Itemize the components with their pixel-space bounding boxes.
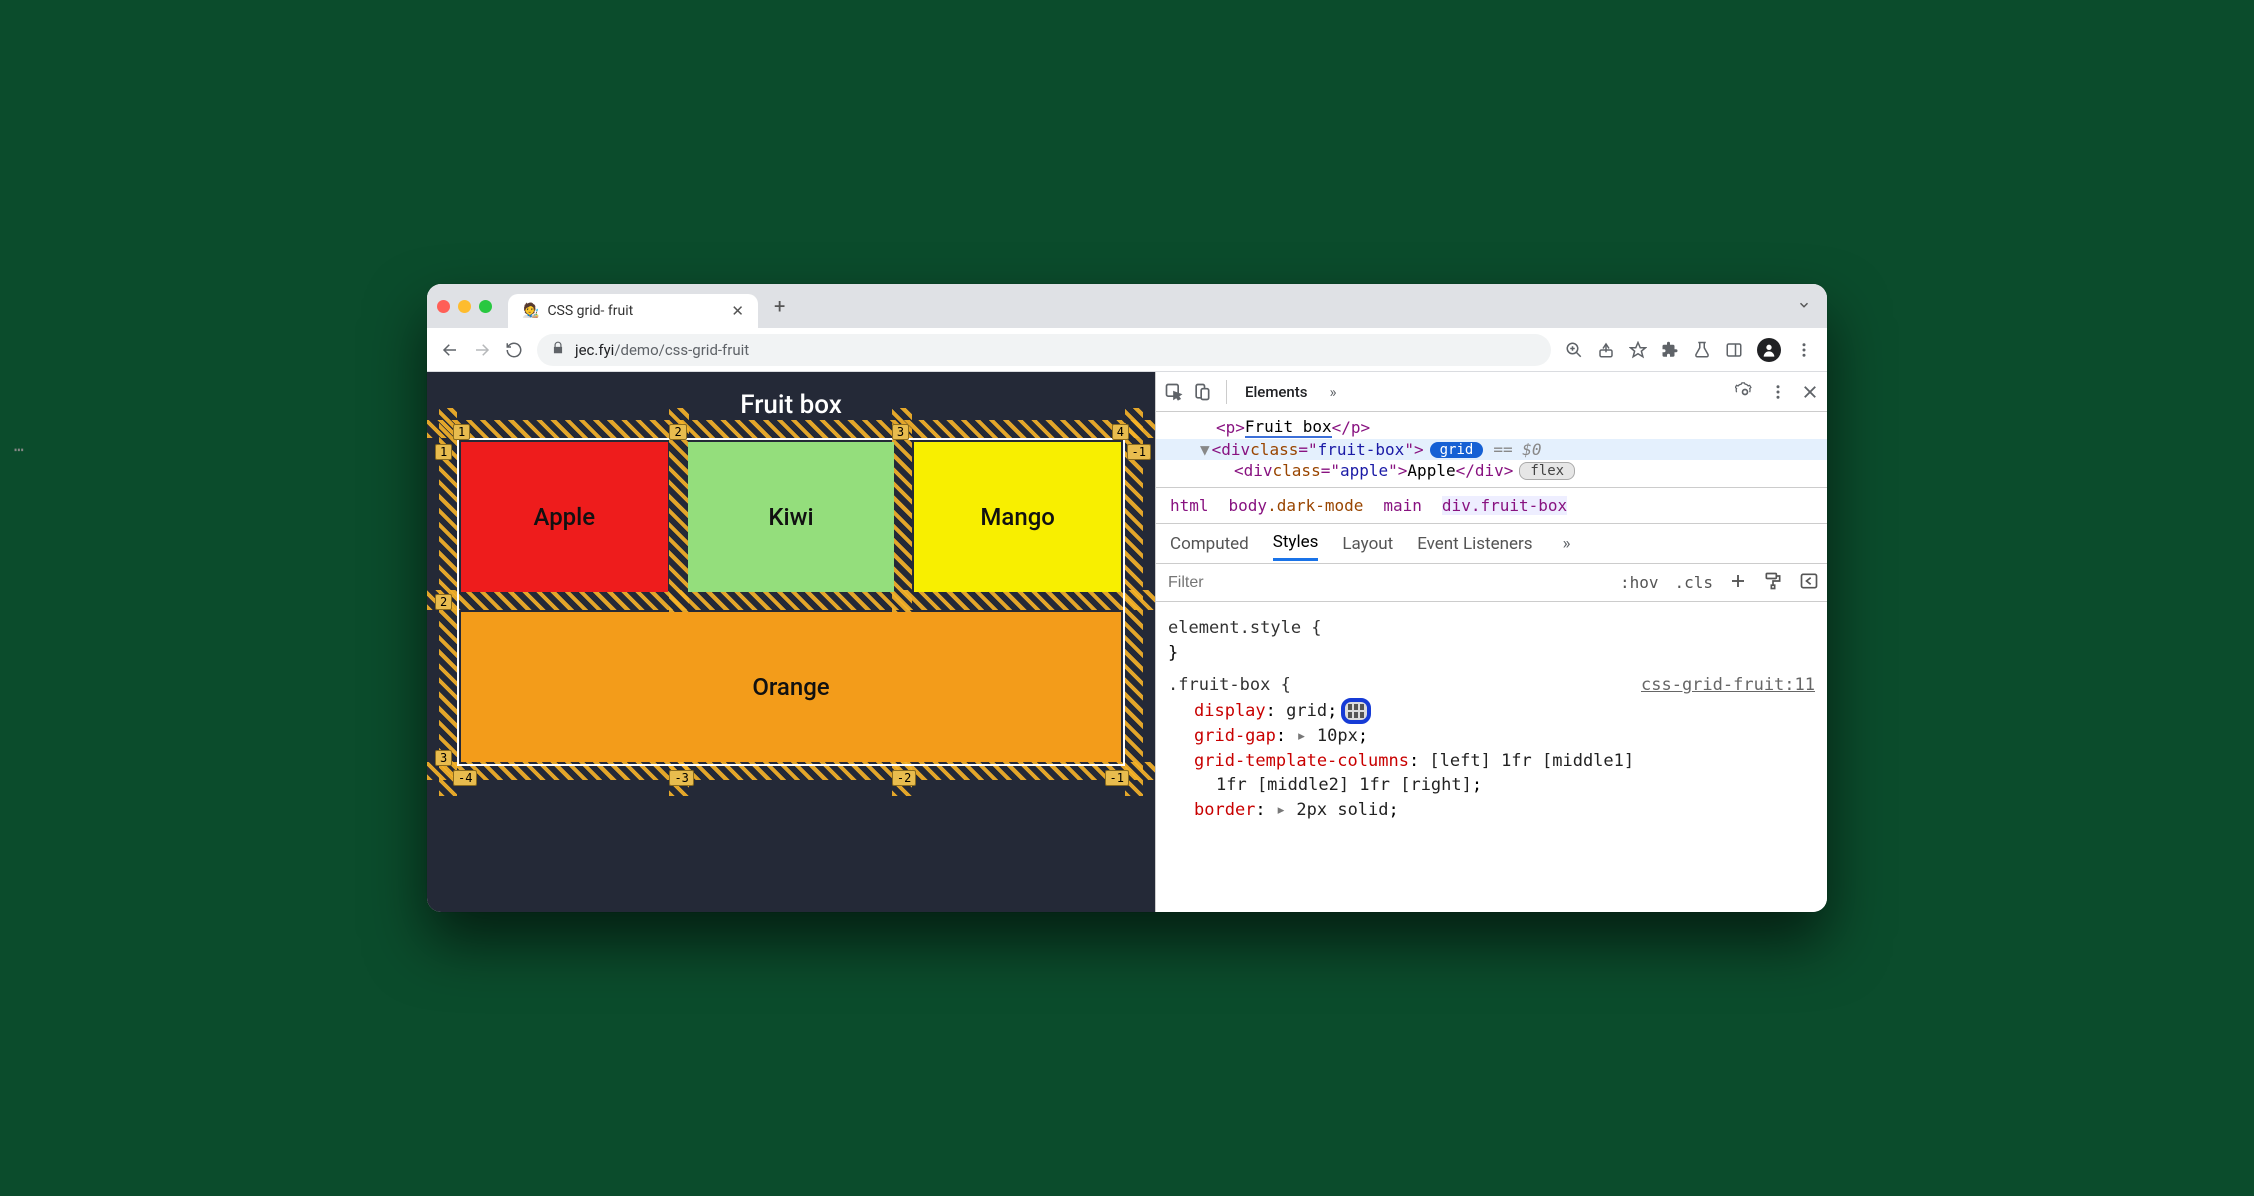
source-link[interactable]: css-grid-fruit:11 bbox=[1641, 673, 1815, 698]
devtools-panel: Elements » <p>Fruit box</p> ⋯ ▼ <div cla… bbox=[1155, 372, 1827, 912]
triangle-down-icon[interactable]: ▼ bbox=[1200, 440, 1210, 459]
styles-pane[interactable]: element.style { } .fruit-box { css-grid-… bbox=[1156, 602, 1827, 834]
device-toggle-icon[interactable] bbox=[1192, 382, 1212, 402]
kebab-menu-icon[interactable] bbox=[1795, 341, 1813, 359]
browser-tab[interactable]: 🧑‍🎨 CSS grid- fruit ✕ bbox=[508, 294, 758, 328]
cell-mango: Mango bbox=[914, 442, 1121, 592]
bookmark-icon[interactable] bbox=[1629, 341, 1647, 359]
grid-line-top-4: 4 bbox=[1112, 424, 1129, 440]
hov-toggle[interactable]: :hov bbox=[1612, 573, 1667, 592]
inspect-icon[interactable] bbox=[1164, 382, 1184, 402]
grid-badge[interactable]: grid bbox=[1430, 442, 1484, 458]
element-style-rule[interactable]: element.style { } bbox=[1168, 616, 1815, 665]
page-heading: Fruit box bbox=[427, 372, 1155, 428]
grid-line-left-2: 2 bbox=[435, 594, 452, 610]
minimize-window-button[interactable] bbox=[458, 300, 471, 313]
close-tab-button[interactable]: ✕ bbox=[731, 302, 744, 320]
fruit-box-rule[interactable]: .fruit-box { css-grid-fruit:11 display: … bbox=[1168, 673, 1815, 822]
forward-button[interactable] bbox=[473, 340, 491, 360]
dom-node-fruit-box[interactable]: ⋯ ▼ <div class="fruit-box"> grid == $0 bbox=[1156, 439, 1827, 460]
address-bar[interactable]: jec.fyi/demo/css-grid-fruit bbox=[537, 334, 1551, 366]
paint-icon[interactable] bbox=[1755, 571, 1791, 595]
grid-overlay-wrap: Apple Kiwi Mango Orange 1 2 3 4 1 2 3 -1… bbox=[457, 438, 1125, 766]
grid-editor-button[interactable] bbox=[1341, 698, 1371, 724]
styles-filter-bar: :hov .cls bbox=[1156, 564, 1827, 602]
devtools-kebab-icon[interactable] bbox=[1769, 383, 1787, 401]
browser-toolbar: jec.fyi/demo/css-grid-fruit bbox=[427, 328, 1827, 372]
share-icon[interactable] bbox=[1597, 341, 1615, 359]
fullscreen-window-button[interactable] bbox=[479, 300, 492, 313]
grid-line-top-3: 3 bbox=[892, 424, 909, 440]
crumb-body[interactable]: body.dark-mode bbox=[1229, 496, 1364, 515]
breadcrumb[interactable]: html body.dark-mode main div.fruit-box bbox=[1156, 487, 1827, 524]
close-devtools-icon[interactable] bbox=[1801, 383, 1819, 401]
grid-line-top-2: 2 bbox=[669, 424, 686, 440]
grid-line-left-1: 1 bbox=[435, 444, 452, 460]
tab-styles[interactable]: Styles bbox=[1273, 526, 1319, 561]
tab-strip: 🧑‍🎨 CSS grid- fruit ✕ + bbox=[427, 284, 1827, 328]
devtools-toolbar: Elements » bbox=[1156, 372, 1827, 412]
content-area: Fruit box Apple Kiwi Mango Orange 1 bbox=[427, 372, 1827, 912]
tab-computed[interactable]: Computed bbox=[1170, 528, 1249, 560]
grid-line-left-3: 3 bbox=[435, 750, 452, 766]
grid-line-bottom-3: -2 bbox=[892, 770, 916, 786]
lock-icon bbox=[551, 341, 565, 359]
cell-kiwi: Kiwi bbox=[688, 442, 895, 592]
dom-node-apple[interactable]: <div class="apple">Apple</div> flex bbox=[1156, 460, 1827, 481]
new-tab-button[interactable]: + bbox=[766, 294, 793, 318]
more-lower-tabs-icon[interactable]: » bbox=[1563, 534, 1571, 554]
window-controls bbox=[437, 300, 492, 313]
grid-line-top-1: 1 bbox=[453, 424, 470, 440]
dom-tree[interactable]: <p>Fruit box</p> ⋯ ▼ <div class="fruit-b… bbox=[1156, 412, 1827, 487]
grid-line-bottom-2: -3 bbox=[669, 770, 693, 786]
browser-window: 🧑‍🎨 CSS grid- fruit ✕ + jec.fyi/demo/css… bbox=[427, 284, 1827, 912]
favicon-icon: 🧑‍🎨 bbox=[522, 303, 539, 319]
tab-overflow-button[interactable] bbox=[1797, 297, 1817, 316]
more-tabs-icon[interactable]: » bbox=[1330, 383, 1337, 401]
flex-badge[interactable]: flex bbox=[1519, 462, 1575, 480]
reload-button[interactable] bbox=[505, 341, 523, 359]
crumb-fruit-box[interactable]: div.fruit-box bbox=[1442, 496, 1567, 515]
tab-title: CSS grid- fruit bbox=[547, 303, 633, 319]
tab-event-listeners[interactable]: Event Listeners bbox=[1417, 528, 1532, 560]
styles-filter-input[interactable] bbox=[1156, 574, 1612, 592]
dom-node-p[interactable]: <p>Fruit box</p> bbox=[1156, 416, 1827, 439]
cell-orange: Orange bbox=[461, 612, 1121, 762]
fruit-grid: Apple Kiwi Mango Orange bbox=[457, 438, 1125, 766]
page-viewport: Fruit box Apple Kiwi Mango Orange 1 bbox=[427, 372, 1155, 912]
url-text: jec.fyi/demo/css-grid-fruit bbox=[575, 341, 749, 359]
cls-toggle[interactable]: .cls bbox=[1666, 573, 1721, 592]
gear-icon[interactable] bbox=[1735, 382, 1755, 402]
labs-icon[interactable] bbox=[1693, 341, 1711, 359]
styles-tabs: Computed Styles Layout Event Listeners » bbox=[1156, 524, 1827, 564]
cell-apple: Apple bbox=[461, 442, 668, 592]
crumb-main[interactable]: main bbox=[1383, 496, 1422, 515]
new-style-rule-icon[interactable] bbox=[1721, 572, 1755, 594]
profile-avatar[interactable] bbox=[1757, 338, 1781, 362]
grid-line-bottom-1: -4 bbox=[453, 770, 477, 786]
close-window-button[interactable] bbox=[437, 300, 450, 313]
side-panel-icon[interactable] bbox=[1725, 341, 1743, 359]
tab-layout[interactable]: Layout bbox=[1342, 528, 1393, 560]
zoom-icon[interactable] bbox=[1565, 341, 1583, 359]
grid-line-bottom-4: -1 bbox=[1105, 770, 1129, 786]
computed-toggle-icon[interactable] bbox=[1791, 571, 1827, 595]
dollar-zero-label: == $0 bbox=[1493, 440, 1541, 459]
extensions-icon[interactable] bbox=[1661, 341, 1679, 359]
grid-line-right-neg1: -1 bbox=[1127, 444, 1151, 460]
tab-elements[interactable]: Elements bbox=[1241, 377, 1312, 407]
crumb-html[interactable]: html bbox=[1170, 496, 1209, 515]
back-button[interactable] bbox=[441, 340, 459, 360]
